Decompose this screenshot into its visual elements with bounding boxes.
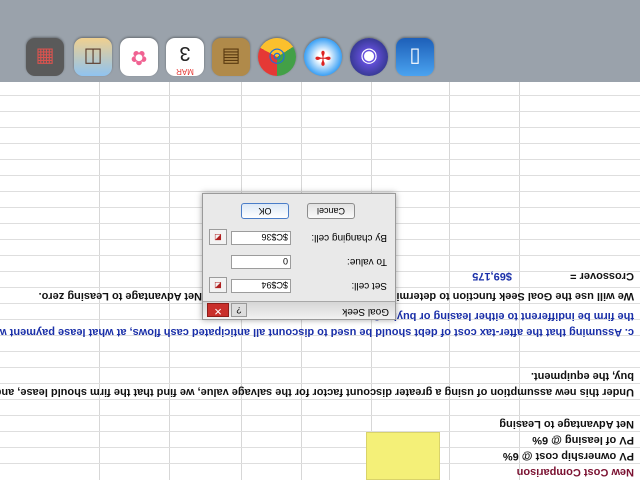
help-button[interactable]: ? (231, 303, 247, 317)
grid-row-line (0, 191, 640, 192)
range-selector-icon[interactable]: ◩ (209, 277, 227, 293)
to-value-label: To value: (346, 256, 387, 267)
preview-icon[interactable]: ▯ (396, 38, 434, 76)
goal-seek-title: Goal Seek (342, 306, 389, 317)
set-cell-input[interactable]: $C$94 (231, 279, 291, 293)
range-selector-icon[interactable]: ◩ (209, 229, 227, 245)
siri-icon[interactable]: ◉ (350, 38, 388, 76)
calendar-day-label: 3 (179, 42, 191, 64)
contacts-icon[interactable]: ▤ (212, 38, 250, 76)
grid-row-line (0, 127, 640, 128)
crossover-value[interactable]: $69,175 (472, 268, 512, 284)
safari-icon[interactable]: ✢ (304, 38, 342, 76)
rotated-screen: New Cost Comparison PV ownership cost @ … (0, 0, 640, 480)
to-value-input[interactable]: 0 (231, 255, 291, 269)
grid-row-line (0, 111, 640, 112)
grid-row-line (0, 351, 640, 352)
question-line-2: the firm be indifferent to either leasin… (373, 310, 634, 322)
section-title: New Cost Comparison (516, 466, 634, 478)
highlighted-cell[interactable] (366, 432, 440, 480)
goal-seek-titlebar[interactable]: Goal Seek ? ✕ (203, 301, 395, 319)
by-changing-cell-label: By changing cell: (311, 232, 387, 243)
question-line-1: c. Assuming that the after-tax cost of d… (0, 326, 634, 338)
grid-row-line (0, 159, 640, 160)
paragraph-line-1: Under this new assumption of using a gre… (0, 386, 634, 398)
grid-column-line (449, 82, 450, 480)
pv-ownership-label: PV ownership cost @ 6% (502, 450, 634, 462)
pv-leasing-label: PV of leasing @ 6% (532, 434, 634, 446)
grid-row-line (0, 143, 640, 144)
close-button[interactable]: ✕ (207, 303, 229, 317)
app-icon[interactable]: ▦ (26, 38, 64, 76)
grid-column-line (99, 82, 100, 480)
grid-column-line (169, 82, 170, 480)
net-advantage-label: Net Advantage to Leasing (499, 418, 634, 430)
crossover-label: Crossover = (570, 270, 634, 282)
photo-booth-icon[interactable]: ◫ (74, 38, 112, 76)
calendar-month-label: MAR (176, 67, 194, 76)
macos-dock: ▯ ◉ ✢ ◎ ▤ MAR 3 ✿ ◫ ▦ (0, 0, 640, 82)
goal-seek-dialog: Goal Seek ? ✕ Set cell: $C$94 ◩ To value… (202, 193, 396, 320)
by-changing-cell-input[interactable]: $C$36 (231, 231, 291, 245)
chrome-icon[interactable]: ◎ (258, 38, 296, 76)
ok-button[interactable]: OK (241, 203, 289, 219)
grid-row-line (0, 175, 640, 176)
paragraph-line-2: buy, the equipment. (530, 370, 634, 382)
photos-icon[interactable]: ✿ (120, 38, 158, 76)
set-cell-label: Set cell: (351, 280, 387, 291)
cancel-button[interactable]: Cancel (307, 203, 355, 219)
grid-row-line (0, 95, 640, 96)
calendar-icon[interactable]: MAR 3 (166, 38, 204, 76)
